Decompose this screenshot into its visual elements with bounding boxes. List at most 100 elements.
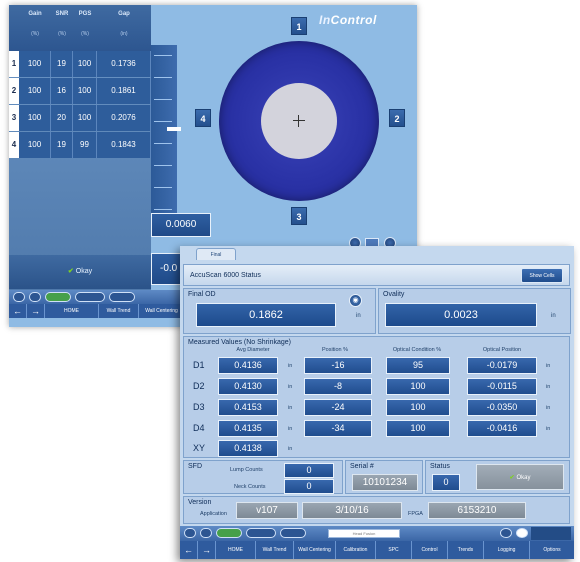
okay-button[interactable]: ✔ Okay: [9, 255, 151, 289]
power-chip[interactable]: [29, 292, 41, 302]
info-icon[interactable]: [500, 528, 512, 538]
forward-arrow-icon[interactable]: →: [27, 304, 45, 318]
table-row[interactable]: 1 100 19 100 0.1736: [9, 51, 151, 77]
nav-spc[interactable]: SPC: [376, 541, 412, 559]
table-row[interactable]: 3 100 20 100 0.2076: [9, 105, 151, 131]
camera-icon[interactable]: [516, 528, 528, 538]
home-chip[interactable]: [13, 292, 25, 302]
unit-gap: (in): [120, 31, 128, 37]
forward-arrow-icon[interactable]: →: [198, 541, 216, 559]
page-title: AccuScan 6000 Status: [190, 272, 261, 279]
front-navbar: ← → HOME Wall Trend Wall Centering Calib…: [180, 541, 574, 559]
clock-display: [531, 527, 571, 540]
snr-cell: 19: [51, 51, 73, 77]
row-label-d2: D2: [193, 381, 205, 391]
nav-home[interactable]: HOME: [45, 304, 99, 318]
back-arrow-icon[interactable]: ←: [9, 304, 27, 318]
avg-diameter-xy: 0.4138: [218, 440, 278, 457]
measured-values-section: Measured Values (No Shrinkage) Avg Diame…: [183, 336, 570, 458]
sensor-label-right[interactable]: 2: [389, 109, 405, 127]
nav-calibration[interactable]: Calibration: [336, 541, 376, 559]
od-settings-icon[interactable]: ◉: [349, 294, 362, 307]
version-date: 3/10/16: [302, 502, 402, 519]
unit-d4: in: [288, 426, 293, 432]
power-chip[interactable]: [200, 528, 212, 538]
ruler-indicator[interactable]: [167, 127, 181, 131]
serial-title: Serial #: [350, 463, 374, 470]
position-d2: -8: [304, 378, 372, 395]
incontrol-logo: InControl: [319, 13, 377, 27]
front-toolbar: Head Fusion: [180, 526, 574, 541]
version-title: Version: [188, 499, 212, 506]
lump-counts-label: Lump Counts: [230, 467, 263, 473]
final-od-section: Final OD 0.1862 in ◉: [183, 288, 376, 334]
avg-diameter-d2: 0.4130: [218, 378, 278, 395]
sfd-title: SFD: [188, 463, 202, 470]
position-d4: -34: [304, 420, 372, 437]
row-index: 4: [9, 132, 19, 158]
opt-unit-d2: in: [546, 384, 551, 390]
check-icon: ✔: [509, 475, 515, 481]
nav-logging[interactable]: Logging: [484, 541, 530, 559]
row-index: 1: [9, 51, 19, 77]
select-chip[interactable]: [280, 528, 306, 538]
start-chip[interactable]: [45, 292, 71, 302]
nav-wall-centering[interactable]: Wall Centering: [139, 304, 185, 318]
ovality-title: Ovality: [383, 291, 405, 298]
ovality-unit: in: [551, 313, 556, 319]
col-snr: SNR: [55, 11, 69, 17]
sensor-label-bottom[interactable]: 3: [291, 207, 307, 225]
ovality-section: Ovality 0.0023 in: [378, 288, 571, 334]
nav-wall-centering[interactable]: Wall Centering: [294, 541, 336, 559]
neck-counts-label: Neck Counts: [234, 484, 266, 490]
select-chip[interactable]: [109, 292, 135, 302]
nav-wall-trend[interactable]: Wall Trend: [99, 304, 139, 318]
unit-pgs: (%): [81, 31, 89, 37]
mode-chip[interactable]: [75, 292, 105, 302]
position-ruler[interactable]: [151, 45, 177, 225]
optical-condition-d1: 95: [386, 357, 450, 374]
col-optical-condition: Optical Condition %: [392, 347, 442, 353]
status-header: AccuScan 6000 Status Show Cells: [183, 264, 570, 286]
sensor-label-left[interactable]: 4: [195, 109, 211, 127]
gap-table-panel: Gain SNR PGS Gap (%) (%) (%) (in) 1 100 …: [9, 5, 151, 290]
status-title: Status: [430, 463, 450, 470]
row-label-d1: D1: [193, 360, 205, 370]
nav-wall-trend[interactable]: Wall Trend: [256, 541, 294, 559]
fpga-version: 6153210: [428, 502, 526, 519]
gain-cell: 100: [19, 132, 51, 158]
start-chip[interactable]: [216, 528, 242, 538]
home-chip[interactable]: [184, 528, 196, 538]
table-row[interactable]: 2 100 16 100 0.1861: [9, 78, 151, 104]
col-gain: Gain: [28, 11, 42, 17]
sensor-label-top[interactable]: 1: [291, 17, 307, 35]
avg-diameter-d1: 0.4136: [218, 357, 278, 374]
gain-cell: 100: [19, 78, 51, 104]
status-okay-indicator: ✔ Okay: [476, 464, 564, 490]
optical-position-d2: -0.0115: [467, 378, 537, 395]
back-arrow-icon[interactable]: ←: [180, 541, 198, 559]
nav-options[interactable]: Options: [530, 541, 574, 559]
avg-diameter-d3: 0.4153: [218, 399, 278, 416]
snr-cell: 16: [51, 78, 73, 104]
nav-control[interactable]: Control: [412, 541, 448, 559]
gain-cell: 100: [19, 51, 51, 77]
nav-home[interactable]: HOME: [216, 541, 256, 559]
optical-condition-d2: 100: [386, 378, 450, 395]
gap-cell: 0.2076: [97, 105, 151, 131]
col-position: Position %: [322, 347, 348, 353]
show-cells-button[interactable]: Show Cells: [521, 268, 563, 283]
serial-section: Serial # 10101234: [345, 460, 423, 494]
row-label-d3: D3: [193, 402, 205, 412]
row-index: 2: [9, 78, 19, 104]
table-row[interactable]: 4 100 19 99 0.1843: [9, 132, 151, 158]
mode-chip[interactable]: [246, 528, 276, 538]
col-avg-diameter: Avg Diameter: [236, 347, 270, 353]
check-icon: ✔: [67, 268, 74, 275]
lump-counts-value: 0: [284, 463, 334, 478]
nav-trends[interactable]: Trends: [448, 541, 484, 559]
unit-gain: (%): [31, 31, 39, 37]
recipe-search-input[interactable]: Head Fusion: [328, 529, 400, 538]
tab-final[interactable]: Final: [196, 248, 236, 260]
final-od-value: 0.1862: [196, 303, 336, 327]
